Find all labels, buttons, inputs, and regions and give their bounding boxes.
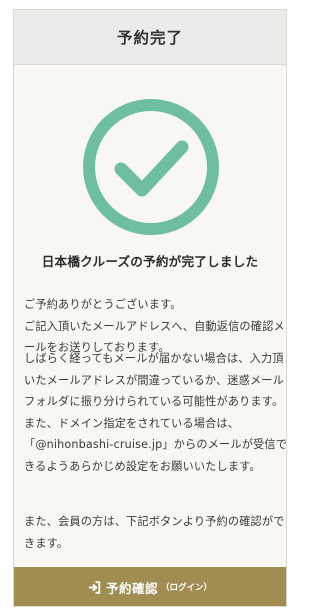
text-line: また、会員の方は、下記ボタンより予約の確認がで [24,515,285,528]
text-line: しばらく経ってもメールが届かない場合は、入力頂 [24,352,284,365]
text-line: また、ドメイン指定をされている場合は、 [24,416,240,430]
member-notice-paragraph: また、会員の方は、下記ボタンより予約の確認がで きます。 [24,511,285,554]
button-sub-label: （ログイン） [161,583,213,593]
check-circle-icon [81,97,221,237]
page-header: 予約完了 [14,10,286,65]
text-line: いたメールアドレスが間違っているか、迷惑メール [24,373,284,387]
login-icon [88,580,101,594]
email-notice-paragraph: しばらく経ってもメールが届かない場合は、入力頂 いたメールアドレスが間違っている… [24,348,287,477]
completion-headline: 日本橋クルーズの予約が完了しました [41,254,259,269]
completion-card: 予約完了 日本橋クルーズの予約が完了しました ご予約ありがとうございます。 ご記… [13,9,287,607]
text-line: ご記入頂いたメールアドレスへ、自動返信の確認メ [24,319,285,333]
text-line: きます。 [24,536,69,550]
button-label: 予約確認 [105,580,158,596]
text-line: ご予約ありがとうございます。 [24,298,182,311]
text-line: フォルダに振り分けられている可能性があります。 [24,395,284,408]
text-line: きるようあらかじめ設定をお願いいたします。 [24,459,261,473]
reservation-check-button[interactable]: 予約確認 （ログイン） [14,567,286,606]
page-title: 予約完了 [116,29,183,47]
text-line: 「@nihonbashi-cruise.jp」からのメールが受信で [24,438,287,451]
